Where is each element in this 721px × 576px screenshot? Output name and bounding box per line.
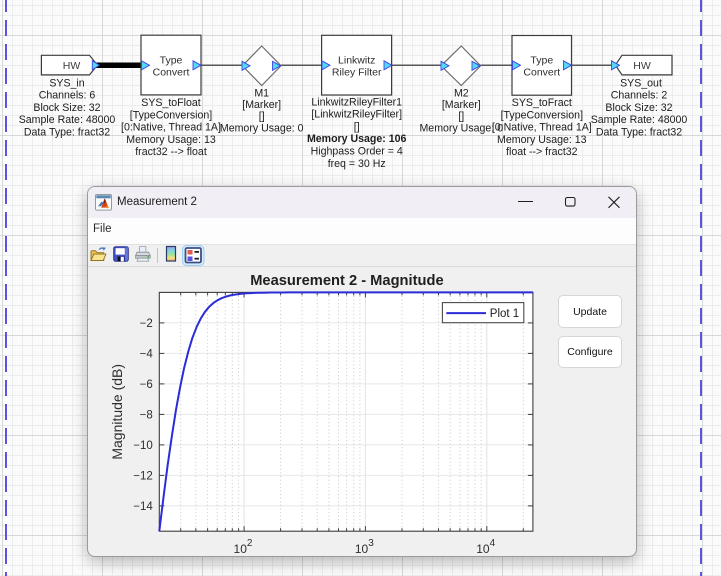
- svg-text:Magnitude (dB): Magnitude (dB): [109, 364, 125, 460]
- svg-text:freq = 30 Hz: freq = 30 Hz: [328, 158, 386, 170]
- svg-text:Sample Rate: 48000: Sample Rate: 48000: [19, 114, 116, 126]
- svg-text:HW: HW: [633, 60, 651, 72]
- svg-text:M1: M1: [254, 87, 269, 99]
- svg-text:Memory Usage: 106: Memory Usage: 106: [307, 133, 407, 145]
- svg-text:[]: []: [458, 110, 464, 122]
- svg-text:Highpass Order = 4: Highpass Order = 4: [311, 146, 403, 158]
- svg-text:Memory Usage: 13: Memory Usage: 13: [497, 134, 587, 146]
- svg-text:Block Size: 32: Block Size: 32: [605, 102, 672, 114]
- svg-text:Plot 1: Plot 1: [490, 308, 519, 320]
- svg-text:103: 103: [355, 538, 374, 556]
- svg-text:−2: −2: [140, 318, 153, 330]
- svg-text:Type: Type: [530, 55, 553, 67]
- svg-text:−12: −12: [133, 470, 153, 482]
- svg-text:Convert: Convert: [153, 67, 190, 79]
- svg-text:−14: −14: [133, 501, 153, 513]
- svg-text:Data Type: fract32: Data Type: fract32: [596, 127, 682, 139]
- svg-text:102: 102: [234, 538, 253, 556]
- svg-text:[TypeConversion]: [TypeConversion]: [501, 109, 583, 121]
- svg-text:−8: −8: [140, 409, 153, 421]
- svg-text:Riley Filter: Riley Filter: [332, 67, 382, 79]
- svg-text:Memory Usage: 0: Memory Usage: 0: [419, 122, 503, 134]
- svg-text:SYS_toFract: SYS_toFract: [512, 97, 572, 109]
- svg-text:float --> fract32: float --> fract32: [506, 146, 578, 158]
- svg-text:Linkwitz: Linkwitz: [338, 55, 375, 67]
- svg-text:Type: Type: [160, 55, 183, 67]
- svg-text:[Marker]: [Marker]: [442, 99, 481, 111]
- svg-text:[]: []: [354, 121, 360, 133]
- svg-text:Block Size: 32: Block Size: 32: [33, 102, 100, 114]
- svg-text:M2: M2: [454, 87, 469, 99]
- svg-text:[]: []: [259, 110, 265, 122]
- svg-text:Channels: 2: Channels: 2: [611, 90, 668, 102]
- svg-text:fract32 --> float: fract32 --> float: [135, 146, 207, 158]
- svg-text:[0:Native, Thread 1A]: [0:Native, Thread 1A]: [492, 122, 592, 134]
- svg-text:−10: −10: [133, 440, 153, 452]
- svg-text:SYS_in: SYS_in: [49, 77, 84, 89]
- svg-text:[0:Native, Thread 1A]: [0:Native, Thread 1A]: [121, 122, 221, 134]
- svg-text:[TypeConversion]: [TypeConversion]: [130, 109, 212, 121]
- svg-text:HW: HW: [63, 60, 81, 72]
- svg-text:−6: −6: [140, 379, 153, 391]
- svg-text:[LinkwitzRileyFilter]: [LinkwitzRileyFilter]: [311, 109, 402, 121]
- svg-text:Channels: 6: Channels: 6: [39, 90, 96, 102]
- svg-text:104: 104: [476, 538, 495, 556]
- svg-text:SYS_toFloat: SYS_toFloat: [141, 97, 201, 109]
- svg-text:[Marker]: [Marker]: [242, 99, 281, 111]
- svg-text:Sample Rate: 48000: Sample Rate: 48000: [591, 114, 688, 126]
- svg-text:Memory Usage: 0: Memory Usage: 0: [220, 122, 304, 134]
- svg-text:Data Type: fract32: Data Type: fract32: [24, 127, 110, 139]
- svg-text:Convert: Convert: [523, 67, 560, 79]
- svg-text:LinkwitzRileyFilter1: LinkwitzRileyFilter1: [311, 96, 402, 108]
- svg-text:−4: −4: [140, 348, 154, 360]
- svg-text:Measurement 2 - Magnitude: Measurement 2 - Magnitude: [250, 273, 443, 289]
- svg-text:Memory Usage: 13: Memory Usage: 13: [126, 134, 216, 146]
- svg-text:SYS_out: SYS_out: [620, 77, 662, 89]
